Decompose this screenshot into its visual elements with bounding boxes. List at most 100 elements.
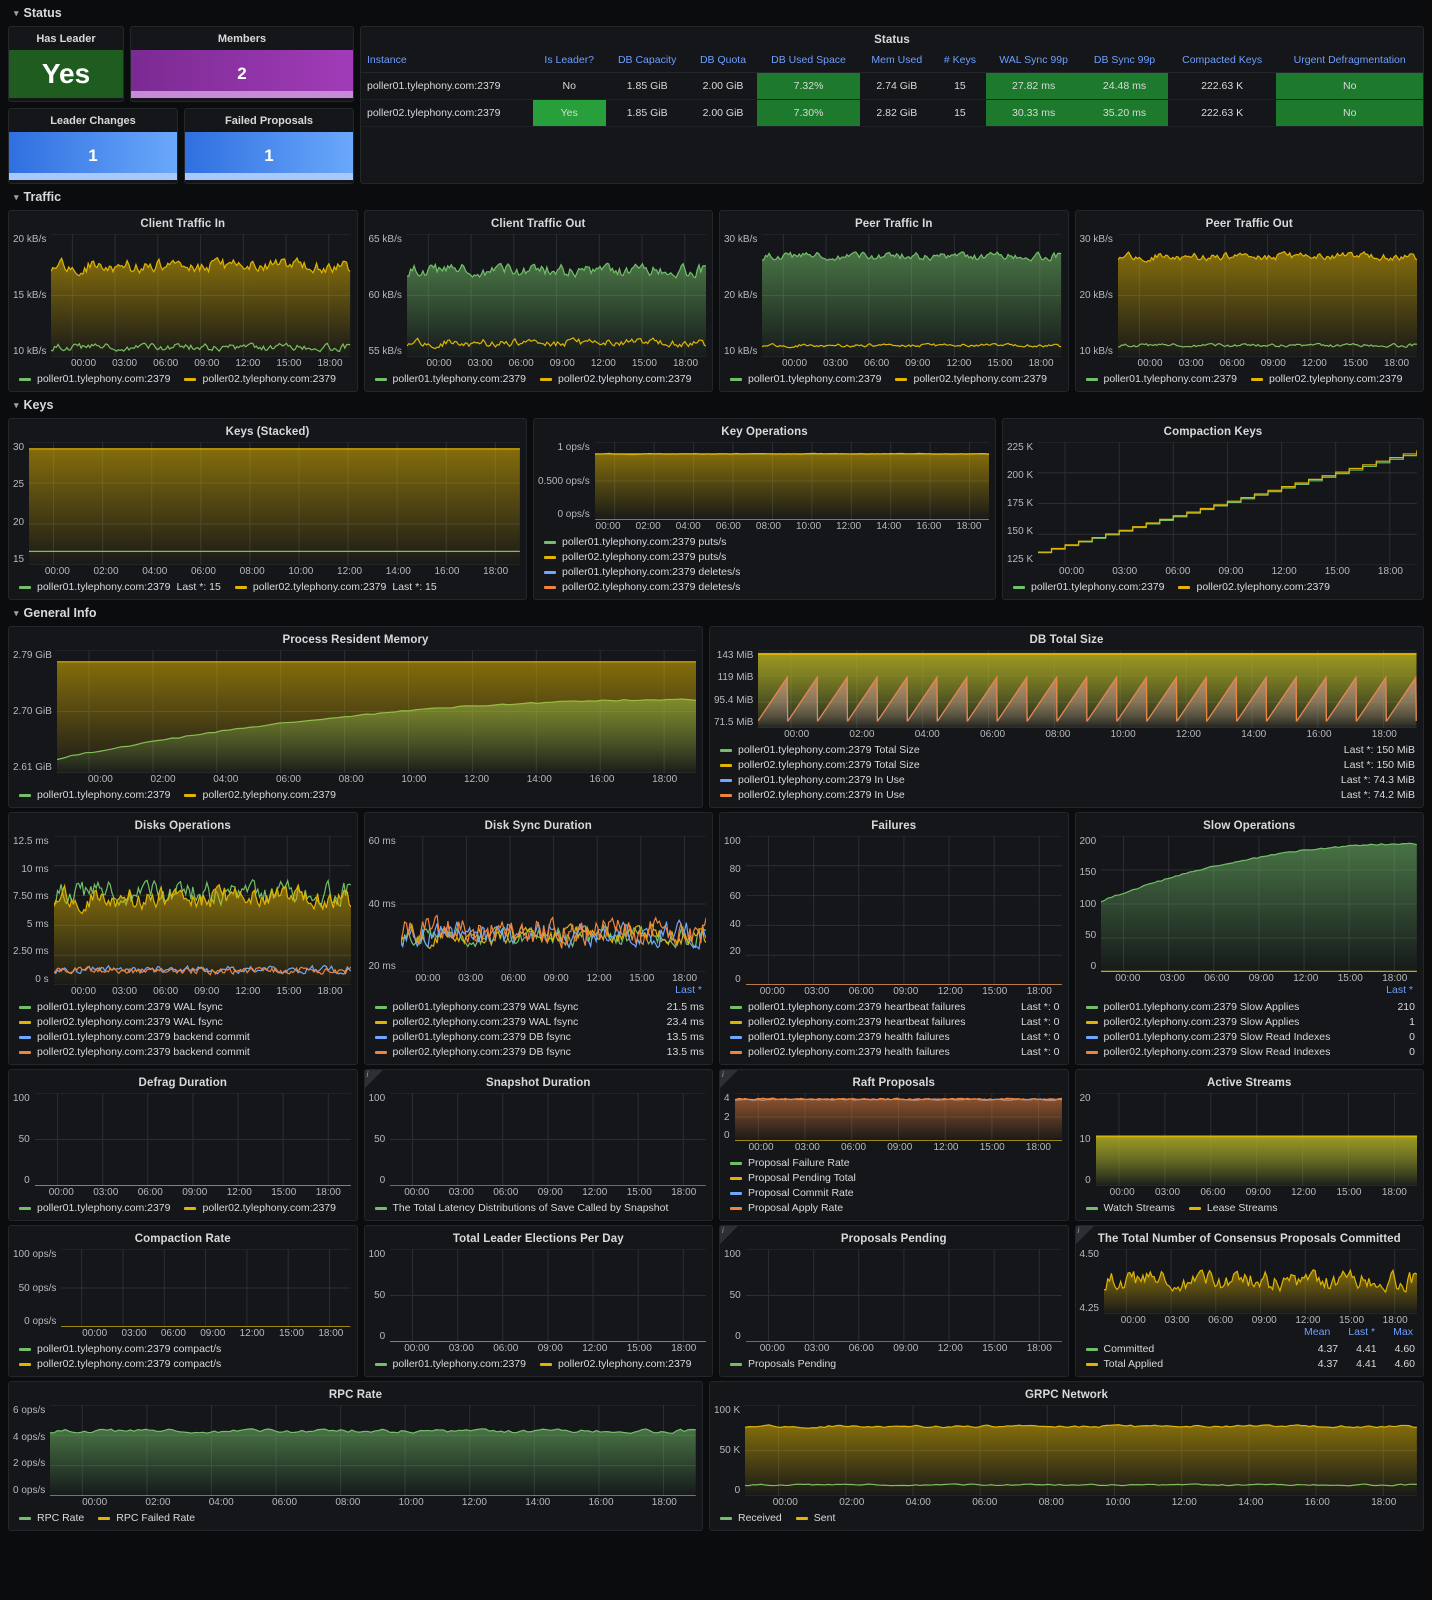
legend-item[interactable]: Committed4.374.414.60 [1086, 1343, 1416, 1355]
status-table-col-keys[interactable]: # Keys [934, 48, 986, 73]
legend-item[interactable]: The Total Latency Distributions of Save … [375, 1202, 669, 1214]
legend-item[interactable]: Total Applied4.374.414.60 [1086, 1358, 1416, 1370]
legend-item[interactable]: poller01.tylephony.com:2379Last *: 15 [19, 581, 221, 593]
legend-item[interactable]: poller01.tylephony.com:2379 [375, 1358, 526, 1370]
legend-item[interactable]: poller01.tylephony.com:2379 [375, 373, 526, 385]
legend-item[interactable]: poller01.tylephony.com:2379 WAL fsync21.… [375, 1001, 705, 1013]
legend-item[interactable]: poller01.tylephony.com:2379 DB fsync13.5… [375, 1031, 705, 1043]
legend-item[interactable]: Watch Streams [1086, 1202, 1175, 1214]
legend-item[interactable]: poller02.tylephony.com:2379 puts/s [544, 551, 987, 563]
legend-item[interactable]: poller01.tylephony.com:2379 In UseLast *… [720, 774, 1415, 786]
legend-item[interactable]: poller02.tylephony.com:2379 [184, 373, 335, 385]
legend-item[interactable]: poller01.tylephony.com:2379 health failu… [730, 1031, 1060, 1043]
status-table-col-db-sync-99p[interactable]: DB Sync 99p [1081, 48, 1168, 73]
stat-leader-changes[interactable]: Leader Changes 1 [8, 108, 178, 184]
row-header-keys[interactable]: ▾ Keys [8, 392, 1424, 418]
legend-item[interactable]: RPC Failed Rate [98, 1512, 195, 1524]
legend-item[interactable]: poller02.tylephony.com:2379 WAL fsync23.… [375, 1016, 705, 1028]
status-table-col-is-leader[interactable]: Is Leader? [533, 48, 606, 73]
legend-item[interactable]: poller02.tylephony.com:2379 [540, 1358, 691, 1370]
legend-item[interactable]: poller02.tylephony.com:2379 In UseLast *… [720, 789, 1415, 801]
legend-item[interactable]: poller01.tylephony.com:2379 compact/s [19, 1343, 221, 1355]
legend-item[interactable]: poller02.tylephony.com:2379 heartbeat fa… [730, 1016, 1060, 1028]
legend-item[interactable]: Proposal Failure Rate [730, 1157, 1060, 1169]
table-row[interactable]: poller02.tylephony.com:2379Yes1.85 GiB2.… [361, 100, 1423, 127]
legend-item[interactable]: RPC Rate [19, 1512, 84, 1524]
legend-item[interactable]: poller01.tylephony.com:2379 Total SizeLa… [720, 744, 1415, 756]
chart-canvas[interactable] [762, 234, 1061, 357]
chart-canvas[interactable] [407, 234, 706, 357]
legend-item[interactable]: poller02.tylephony.com:2379 deletes/s [544, 581, 987, 593]
status-table-col-db-quota[interactable]: DB Quota [689, 48, 758, 73]
legend-header-cell[interactable]: Last * [675, 984, 702, 996]
stat-failed-proposals[interactable]: Failed Proposals 1 [184, 108, 354, 184]
legend-item[interactable]: poller02.tylephony.com:2379 [184, 1202, 335, 1214]
status-table-col-mem-used[interactable]: Mem Used [860, 48, 934, 73]
stat-members[interactable]: Members 2 [130, 26, 354, 102]
legend-item[interactable]: Lease Streams [1189, 1202, 1278, 1214]
legend-header-cell[interactable]: Last * [1386, 984, 1413, 996]
chart-canvas[interactable] [595, 442, 989, 520]
legend-item[interactable]: poller01.tylephony.com:2379 puts/s [544, 536, 987, 548]
legend-item[interactable]: poller02.tylephony.com:2379 [540, 373, 691, 385]
chart-canvas[interactable] [390, 1249, 706, 1342]
legend-item[interactable]: poller02.tylephony.com:2379 Slow Applies… [1086, 1016, 1416, 1028]
legend-item[interactable]: Proposal Pending Total [730, 1172, 1060, 1184]
legend-item[interactable]: poller01.tylephony.com:2379 [1013, 581, 1164, 593]
chart-canvas[interactable] [735, 1093, 1062, 1141]
legend-item[interactable]: poller02.tylephony.com:2379 backend comm… [19, 1046, 349, 1058]
legend-item[interactable]: poller01.tylephony.com:2379 Slow Applies… [1086, 1001, 1416, 1013]
legend-item[interactable]: poller01.tylephony.com:2379 [19, 1202, 170, 1214]
legend-item[interactable]: Received [720, 1512, 782, 1524]
legend-item[interactable]: poller01.tylephony.com:2379 [19, 789, 170, 801]
legend-item[interactable]: poller02.tylephony.com:2379 [1178, 581, 1329, 593]
chart-canvas[interactable] [746, 1249, 1062, 1342]
legend-item[interactable]: poller02.tylephony.com:2379 [895, 373, 1046, 385]
chart-canvas[interactable] [1118, 234, 1417, 357]
row-header-general-info[interactable]: ▾ General Info [8, 600, 1424, 626]
legend-item[interactable]: poller02.tylephony.com:2379 health failu… [730, 1046, 1060, 1058]
legend-header-cell[interactable]: Max [1393, 1326, 1413, 1338]
chart-canvas[interactable] [745, 1405, 1417, 1496]
legend-item[interactable]: poller01.tylephony.com:2379 [730, 373, 881, 385]
legend-header-cell[interactable]: Mean [1304, 1326, 1330, 1338]
chart-canvas[interactable] [390, 1093, 706, 1186]
legend-item[interactable]: poller01.tylephony.com:2379 Slow Read In… [1086, 1031, 1416, 1043]
legend-item[interactable]: Proposal Commit Rate [730, 1187, 1060, 1199]
status-table-col-db-used-space[interactable]: DB Used Space [757, 48, 859, 73]
legend-item[interactable]: poller02.tylephony.com:2379Last *: 15 [235, 581, 437, 593]
legend-item[interactable]: poller01.tylephony.com:2379 [19, 373, 170, 385]
legend-item[interactable]: Proposals Pending [730, 1358, 836, 1370]
status-table-col-db-capacity[interactable]: DB Capacity [606, 48, 689, 73]
legend-item[interactable]: poller02.tylephony.com:2379 Slow Read In… [1086, 1046, 1416, 1058]
status-table-col-wal-sync-99p[interactable]: WAL Sync 99p [986, 48, 1081, 73]
legend-item[interactable]: poller02.tylephony.com:2379 WAL fsync [19, 1016, 349, 1028]
legend-item[interactable]: poller01.tylephony.com:2379 WAL fsync [19, 1001, 349, 1013]
status-table-col-urgent-defragmentation[interactable]: Urgent Defragmentation [1276, 48, 1423, 73]
chart-canvas[interactable] [29, 442, 520, 565]
legend-item[interactable]: poller01.tylephony.com:2379 deletes/s [544, 566, 987, 578]
legend-item[interactable]: poller01.tylephony.com:2379 heartbeat fa… [730, 1001, 1060, 1013]
chart-canvas[interactable] [1038, 442, 1417, 565]
chart-canvas[interactable] [50, 1405, 696, 1496]
legend-item[interactable]: poller02.tylephony.com:2379 Total SizeLa… [720, 759, 1415, 771]
legend-item[interactable]: poller02.tylephony.com:2379 [1251, 373, 1402, 385]
legend-item[interactable]: poller02.tylephony.com:2379 [184, 789, 335, 801]
chart-canvas[interactable] [746, 836, 1062, 985]
info-icon[interactable] [365, 1070, 383, 1088]
status-table-col-instance[interactable]: Instance [361, 48, 533, 73]
legend-header-cell[interactable]: Last * [1348, 1326, 1375, 1338]
row-header-status[interactable]: ▾ Status [8, 0, 1424, 26]
table-row[interactable]: poller01.tylephony.com:2379No1.85 GiB2.0… [361, 73, 1423, 100]
legend-item[interactable]: Sent [796, 1512, 836, 1524]
chart-canvas[interactable] [54, 836, 351, 985]
legend-item[interactable]: Proposal Apply Rate [730, 1202, 1060, 1214]
legend-item[interactable]: poller01.tylephony.com:2379 backend comm… [19, 1031, 349, 1043]
chart-canvas[interactable] [61, 1249, 350, 1327]
chart-canvas[interactable] [1096, 1093, 1417, 1186]
info-icon[interactable] [1076, 1226, 1094, 1244]
chart-canvas[interactable] [1101, 836, 1417, 972]
chart-canvas[interactable] [35, 1093, 351, 1186]
legend-item[interactable]: poller02.tylephony.com:2379 compact/s [19, 1358, 221, 1370]
info-icon[interactable] [720, 1226, 738, 1244]
